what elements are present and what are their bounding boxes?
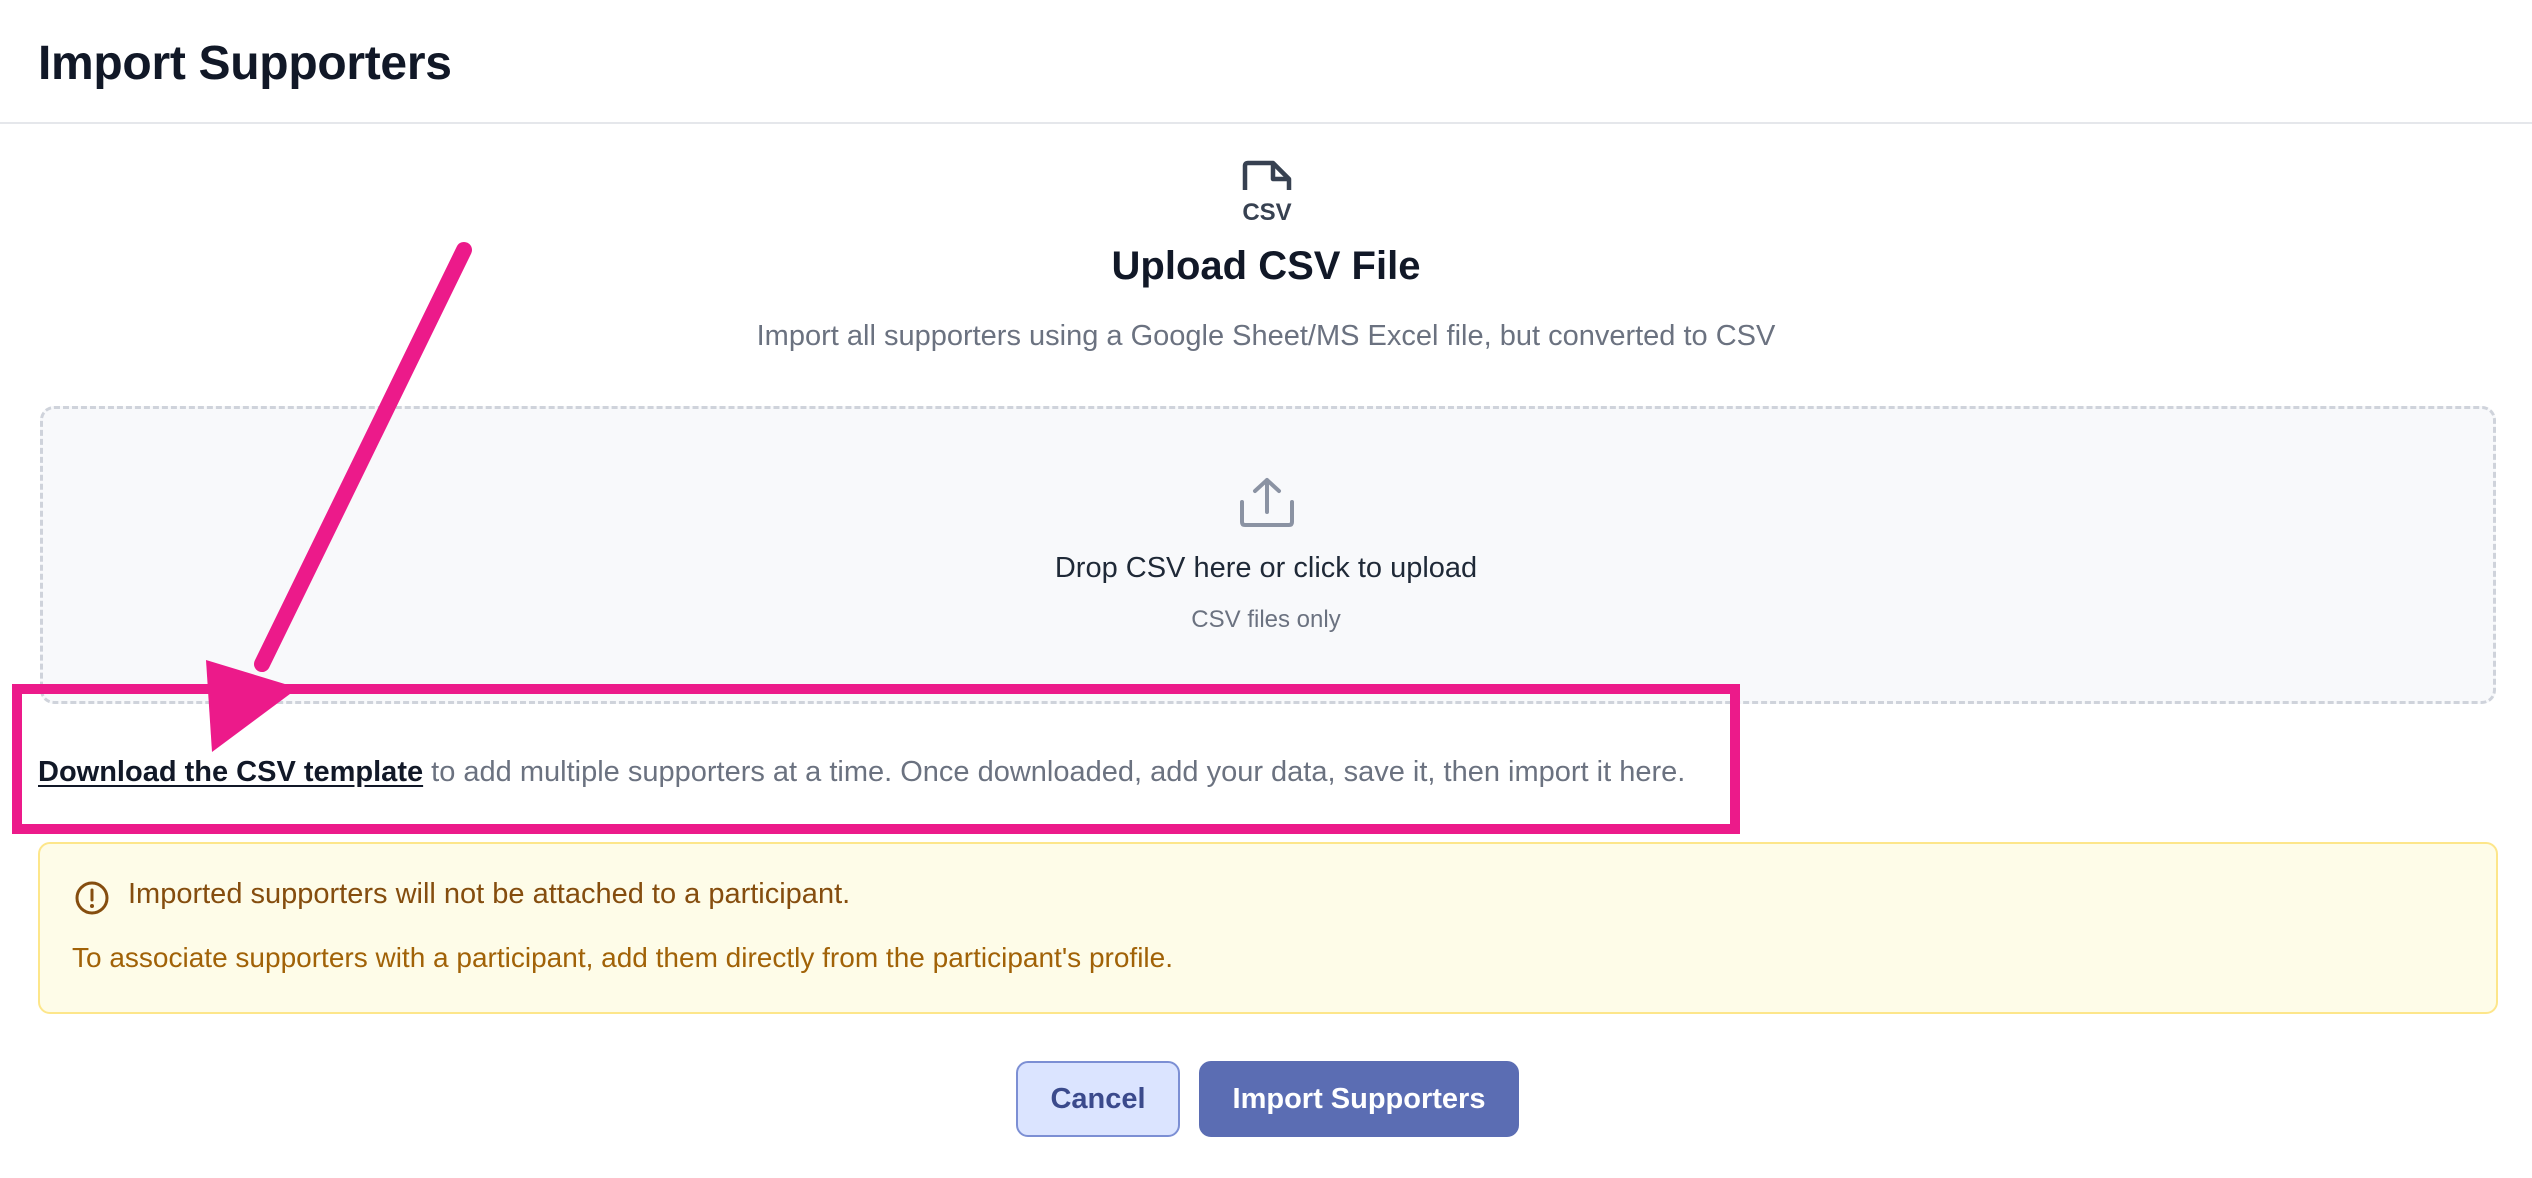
download-template-link[interactable]: Download the CSV template	[38, 756, 423, 788]
template-instructions: Download the CSV template to add multipl…	[38, 756, 1685, 789]
alert-circle-icon	[75, 881, 109, 915]
import-supporters-button[interactable]: Import Supporters	[1199, 1061, 1519, 1137]
warning-alert	[38, 842, 2498, 1014]
upload-icon	[1240, 478, 1294, 527]
upload-title: Upload CSV File	[1111, 244, 1421, 288]
upload-subtitle: Import all supporters using a Google She…	[756, 320, 1776, 352]
alert-body: To associate supporters with a participa…	[72, 942, 1173, 973]
dropzone-label: Drop CSV here or click to upload	[1054, 552, 1478, 584]
alert-title: Imported supporters will not be attached…	[128, 878, 851, 910]
page-title: Import Supporters	[38, 37, 452, 90]
template-description: to add multiple supporters at a time. On…	[423, 756, 1686, 788]
page-header: Import Supporters	[0, 0, 2532, 124]
import-supporters-page: Import Supporters CSV Upload CSV File Im…	[0, 0, 2532, 1178]
cancel-button[interactable]: Cancel	[1016, 1061, 1180, 1137]
csv-file-icon: CSV	[1242, 160, 1292, 224]
svg-text:CSV: CSV	[1242, 199, 1291, 224]
dropzone-hint: CSV files only	[1191, 606, 1341, 633]
